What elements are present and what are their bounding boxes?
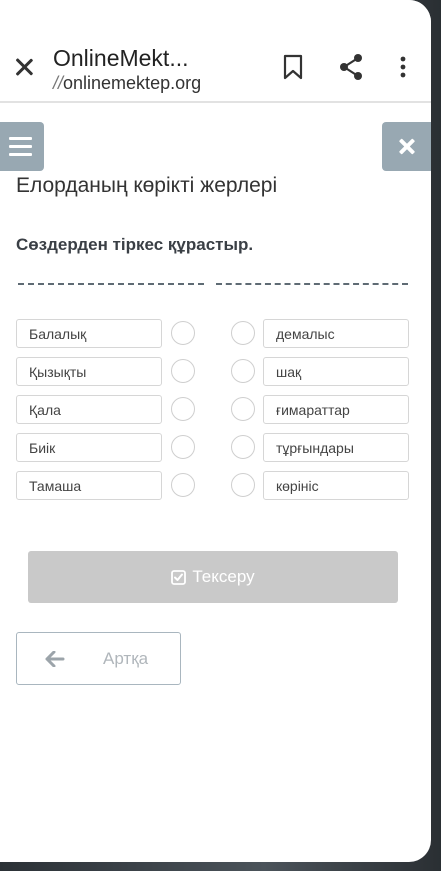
left-radio-5[interactable]	[171, 473, 195, 497]
exit-lesson-button[interactable]	[382, 122, 431, 171]
more-vert-icon[interactable]	[392, 54, 414, 80]
share-icon[interactable]	[338, 53, 364, 81]
right-radio-1[interactable]	[231, 321, 255, 345]
left-word-2[interactable]: Қызықты	[16, 357, 162, 386]
url-host: onlinemektep.org	[63, 73, 202, 93]
left-word-3[interactable]: Қала	[16, 395, 162, 424]
right-word-3[interactable]: ғимараттар	[263, 395, 409, 424]
hamburger-icon-bar	[9, 153, 32, 156]
left-word-1[interactable]: Балалық	[16, 319, 162, 348]
left-radio-2[interactable]	[171, 359, 195, 383]
arrow-left-icon	[45, 651, 65, 667]
right-word-5[interactable]: көрініс	[263, 471, 409, 500]
back-button[interactable]: Артқа	[16, 632, 181, 685]
close-icon[interactable]	[12, 55, 36, 79]
lesson-title: Елорданың көрікті жерлері	[16, 174, 278, 197]
left-radio-1[interactable]	[171, 321, 195, 345]
site-title: OnlineMekt...	[53, 45, 189, 71]
right-word-1[interactable]: демалыс	[263, 319, 409, 348]
bookmark-icon[interactable]	[282, 54, 304, 80]
right-word-4[interactable]: тұрғындары	[263, 433, 409, 462]
menu-button[interactable]	[0, 122, 44, 171]
divider-left	[18, 283, 204, 288]
left-word-4[interactable]: Биік	[16, 433, 162, 462]
left-word-5[interactable]: Тамаша	[16, 471, 162, 500]
right-word-2[interactable]: шақ	[263, 357, 409, 386]
url-prefix: //	[53, 73, 64, 93]
screen: OnlineMekt... //onlinemektep.org Елордан…	[0, 0, 431, 862]
site-url: //onlinemektep.org	[53, 73, 201, 94]
right-radio-4[interactable]	[231, 435, 255, 459]
hamburger-icon-bar	[9, 145, 32, 148]
right-radio-2[interactable]	[231, 359, 255, 383]
right-radio-3[interactable]	[231, 397, 255, 421]
left-radio-3[interactable]	[171, 397, 195, 421]
back-button-label: Артқа	[103, 649, 149, 668]
hamburger-icon-bar	[9, 137, 32, 140]
right-radio-5[interactable]	[231, 473, 255, 497]
check-button[interactable]: Тексеру	[28, 551, 398, 603]
left-radio-4[interactable]	[171, 435, 195, 459]
check-square-icon	[171, 569, 187, 585]
browser-top-bar: OnlineMekt... //onlinemektep.org	[0, 0, 431, 103]
divider-right	[216, 283, 408, 288]
task-instruction: Сөздерден тіркес құрастыр.	[16, 235, 254, 254]
check-button-label: Тексеру	[192, 567, 255, 586]
